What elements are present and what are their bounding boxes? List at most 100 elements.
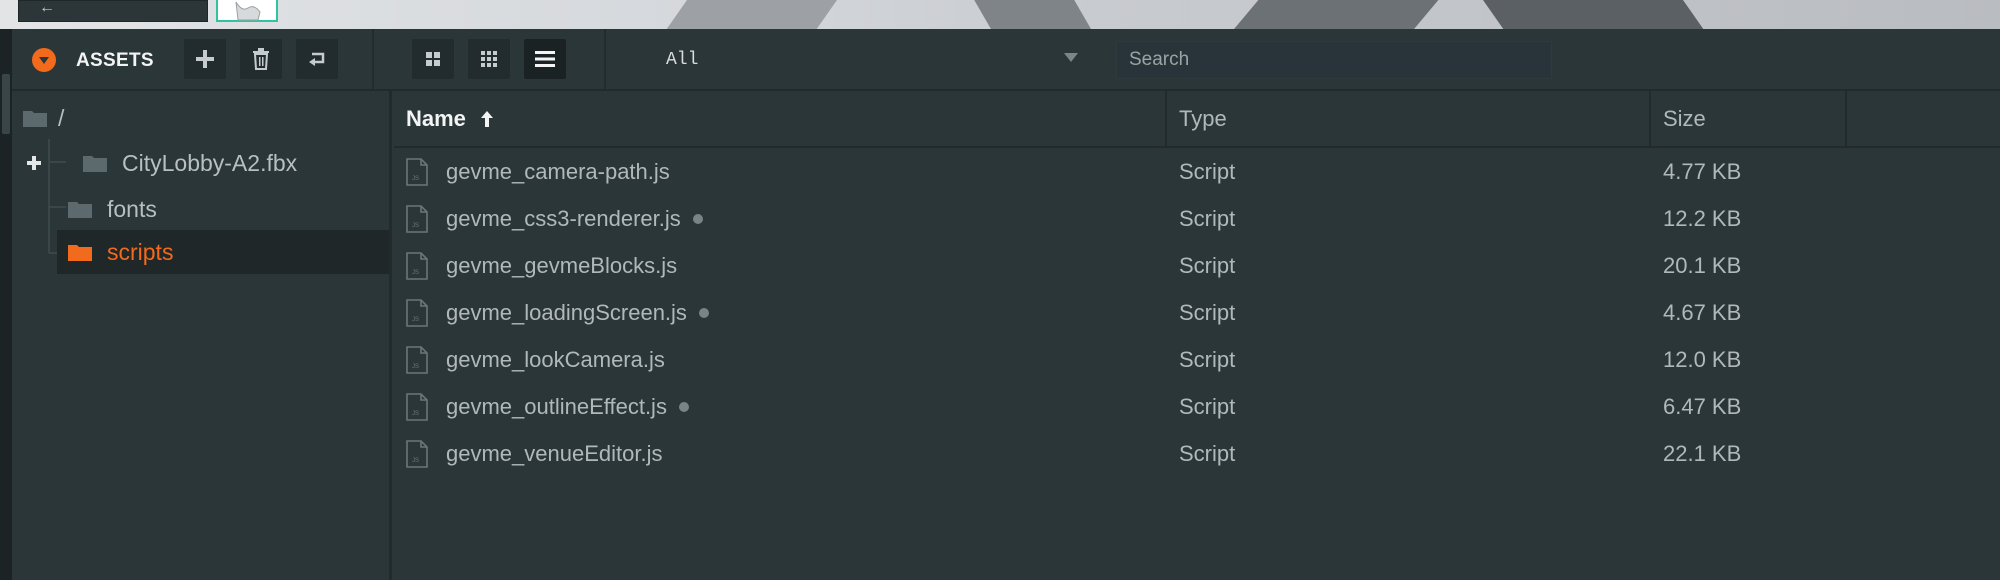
- script-file-icon: JS: [406, 204, 428, 233]
- script-file-icon: JS: [406, 439, 428, 468]
- table-row[interactable]: JS gevme_loadingScreen.js Script 4.67 KB: [394, 289, 2000, 336]
- script-file-icon: JS: [406, 345, 428, 374]
- file-name: gevme_lookCamera.js: [446, 346, 665, 372]
- table-row[interactable]: JS gevme_camera-path.js Script 4.77 KB: [394, 148, 2000, 195]
- cell-name: JS gevme_outlineEffect.js: [406, 383, 1166, 430]
- filter-selected-value: All: [666, 50, 699, 70]
- import-icon: [309, 52, 325, 66]
- svg-text:JS: JS: [412, 458, 419, 464]
- svg-text:JS: JS: [412, 317, 419, 323]
- cell-name: JS gevme_venueEditor.js: [406, 430, 1166, 477]
- toolbar-divider: [372, 29, 374, 91]
- expand-plus-icon[interactable]: [26, 155, 42, 171]
- cell-type: Script: [1179, 299, 1236, 325]
- viewport-shape: [1468, 0, 1712, 29]
- cell-size: 4.67 KB: [1663, 299, 1742, 325]
- tree-item-fonts[interactable]: fonts: [12, 187, 389, 231]
- svg-text:JS: JS: [412, 223, 419, 229]
- column-header-type[interactable]: Type: [1167, 91, 1651, 146]
- column-header-label: Type: [1179, 105, 1227, 131]
- cell-type: Script: [1179, 158, 1236, 184]
- view-grid-large-button[interactable]: [412, 39, 454, 79]
- file-name: gevme_camera-path.js: [446, 158, 670, 184]
- delete-asset-button[interactable]: [240, 39, 282, 79]
- viewport-shape: [658, 0, 852, 29]
- cell-type: Script: [1179, 440, 1236, 466]
- folder-icon: [68, 202, 92, 218]
- cell-type: Script: [1179, 393, 1236, 419]
- table-row[interactable]: JS gevme_gevmeBlocks.js Script 20.1 KB: [394, 242, 2000, 289]
- column-header-label: Size: [1663, 105, 1706, 131]
- scrollbar-thumb[interactable]: [2, 74, 10, 134]
- file-name: gevme_loadingScreen.js: [446, 299, 687, 325]
- folder-tree: / CityLobby-A2.fbx fonts scripts: [12, 91, 392, 580]
- import-asset-button[interactable]: [296, 39, 338, 79]
- column-header-size[interactable]: Size: [1651, 91, 1847, 146]
- viewport-shape: [962, 0, 1098, 29]
- script-file-icon: JS: [406, 298, 428, 327]
- cell-type: Script: [1179, 205, 1236, 231]
- back-arrow-icon: ←: [39, 0, 55, 16]
- left-edge-scrollbar[interactable]: [0, 29, 12, 580]
- search-input[interactable]: [1116, 41, 1552, 79]
- collapse-panel-icon[interactable]: [32, 48, 56, 72]
- asset-table: Name Type Size JS gevme_camera-path.js Scr…: [394, 91, 2000, 580]
- list-icon: [535, 51, 555, 67]
- tree-item-label: CityLobby-A2.fbx: [122, 149, 298, 176]
- script-file-icon: JS: [406, 251, 428, 280]
- script-file-icon: JS: [406, 157, 428, 186]
- file-name: gevme_css3-renderer.js: [446, 205, 681, 231]
- cell-size: 4.77 KB: [1663, 158, 1742, 184]
- panel-title: ASSETS: [76, 50, 154, 71]
- cell-size: 6.47 KB: [1663, 393, 1742, 419]
- sort-ascending-icon: [480, 110, 493, 127]
- cell-size: 12.0 KB: [1663, 346, 1742, 372]
- table-row[interactable]: JS gevme_venueEditor.js Script 22.1 KB: [394, 430, 2000, 477]
- view-list-button[interactable]: [524, 39, 566, 79]
- assets-toolbar: ASSETS All Search: [12, 29, 2000, 91]
- cell-name: JS gevme_lookCamera.js: [406, 336, 1166, 383]
- cell-size: 12.2 KB: [1663, 205, 1742, 231]
- cell-type: Script: [1179, 346, 1236, 372]
- table-row[interactable]: JS gevme_css3-renderer.js Script 12.2 KB: [394, 195, 2000, 242]
- toolbar-divider: [604, 29, 606, 91]
- table-row[interactable]: JS gevme_outlineEffect.js Script 6.47 KB: [394, 383, 2000, 430]
- column-header-label: Name: [406, 105, 466, 131]
- file-name: gevme_venueEditor.js: [446, 440, 663, 466]
- tree-item-citylobby[interactable]: CityLobby-A2.fbx: [12, 141, 389, 185]
- table-row[interactable]: JS gevme_lookCamera.js Script 12.0 KB: [394, 336, 2000, 383]
- file-name: gevme_outlineEffect.js: [446, 393, 667, 419]
- chevron-down-icon: [1064, 53, 1078, 62]
- view-grid-small-button[interactable]: [468, 39, 510, 79]
- asset-type-filter[interactable]: All: [652, 41, 1082, 79]
- hand-icon: [235, 1, 261, 21]
- folder-icon: [68, 245, 92, 261]
- cell-name: JS gevme_loadingScreen.js: [406, 289, 1166, 336]
- modified-indicator-icon: [678, 401, 689, 412]
- svg-text:JS: JS: [412, 364, 419, 370]
- modified-indicator-icon: [692, 213, 703, 224]
- add-asset-button[interactable]: [184, 39, 226, 79]
- svg-text:JS: JS: [412, 270, 419, 276]
- grid-large-icon: [426, 52, 440, 66]
- viewport-shape: [1224, 0, 1456, 29]
- tree-item-scripts[interactable]: scripts: [57, 230, 389, 274]
- column-header-name[interactable]: Name: [394, 91, 1167, 146]
- file-name: gevme_gevmeBlocks.js: [446, 252, 678, 278]
- folder-icon: [83, 156, 107, 172]
- script-file-icon: JS: [406, 392, 428, 421]
- viewport-toolbar-button[interactable]: ←: [18, 0, 208, 22]
- grid-small-icon: [481, 51, 497, 67]
- tree-item-label: scripts: [107, 238, 174, 265]
- cell-name: JS gevme_gevmeBlocks.js: [406, 242, 1166, 289]
- viewport-strip: ←: [0, 0, 2000, 29]
- tree-item-label: fonts: [107, 195, 157, 222]
- delete-icon: [253, 48, 269, 70]
- modified-indicator-icon: [698, 307, 709, 318]
- cell-size: 20.1 KB: [1663, 252, 1742, 278]
- table-header: Name Type Size: [394, 91, 2000, 148]
- svg-text:JS: JS: [412, 176, 419, 182]
- viewport-thumbnail[interactable]: [216, 0, 278, 22]
- cell-size: 22.1 KB: [1663, 440, 1742, 466]
- cell-type: Script: [1179, 252, 1236, 278]
